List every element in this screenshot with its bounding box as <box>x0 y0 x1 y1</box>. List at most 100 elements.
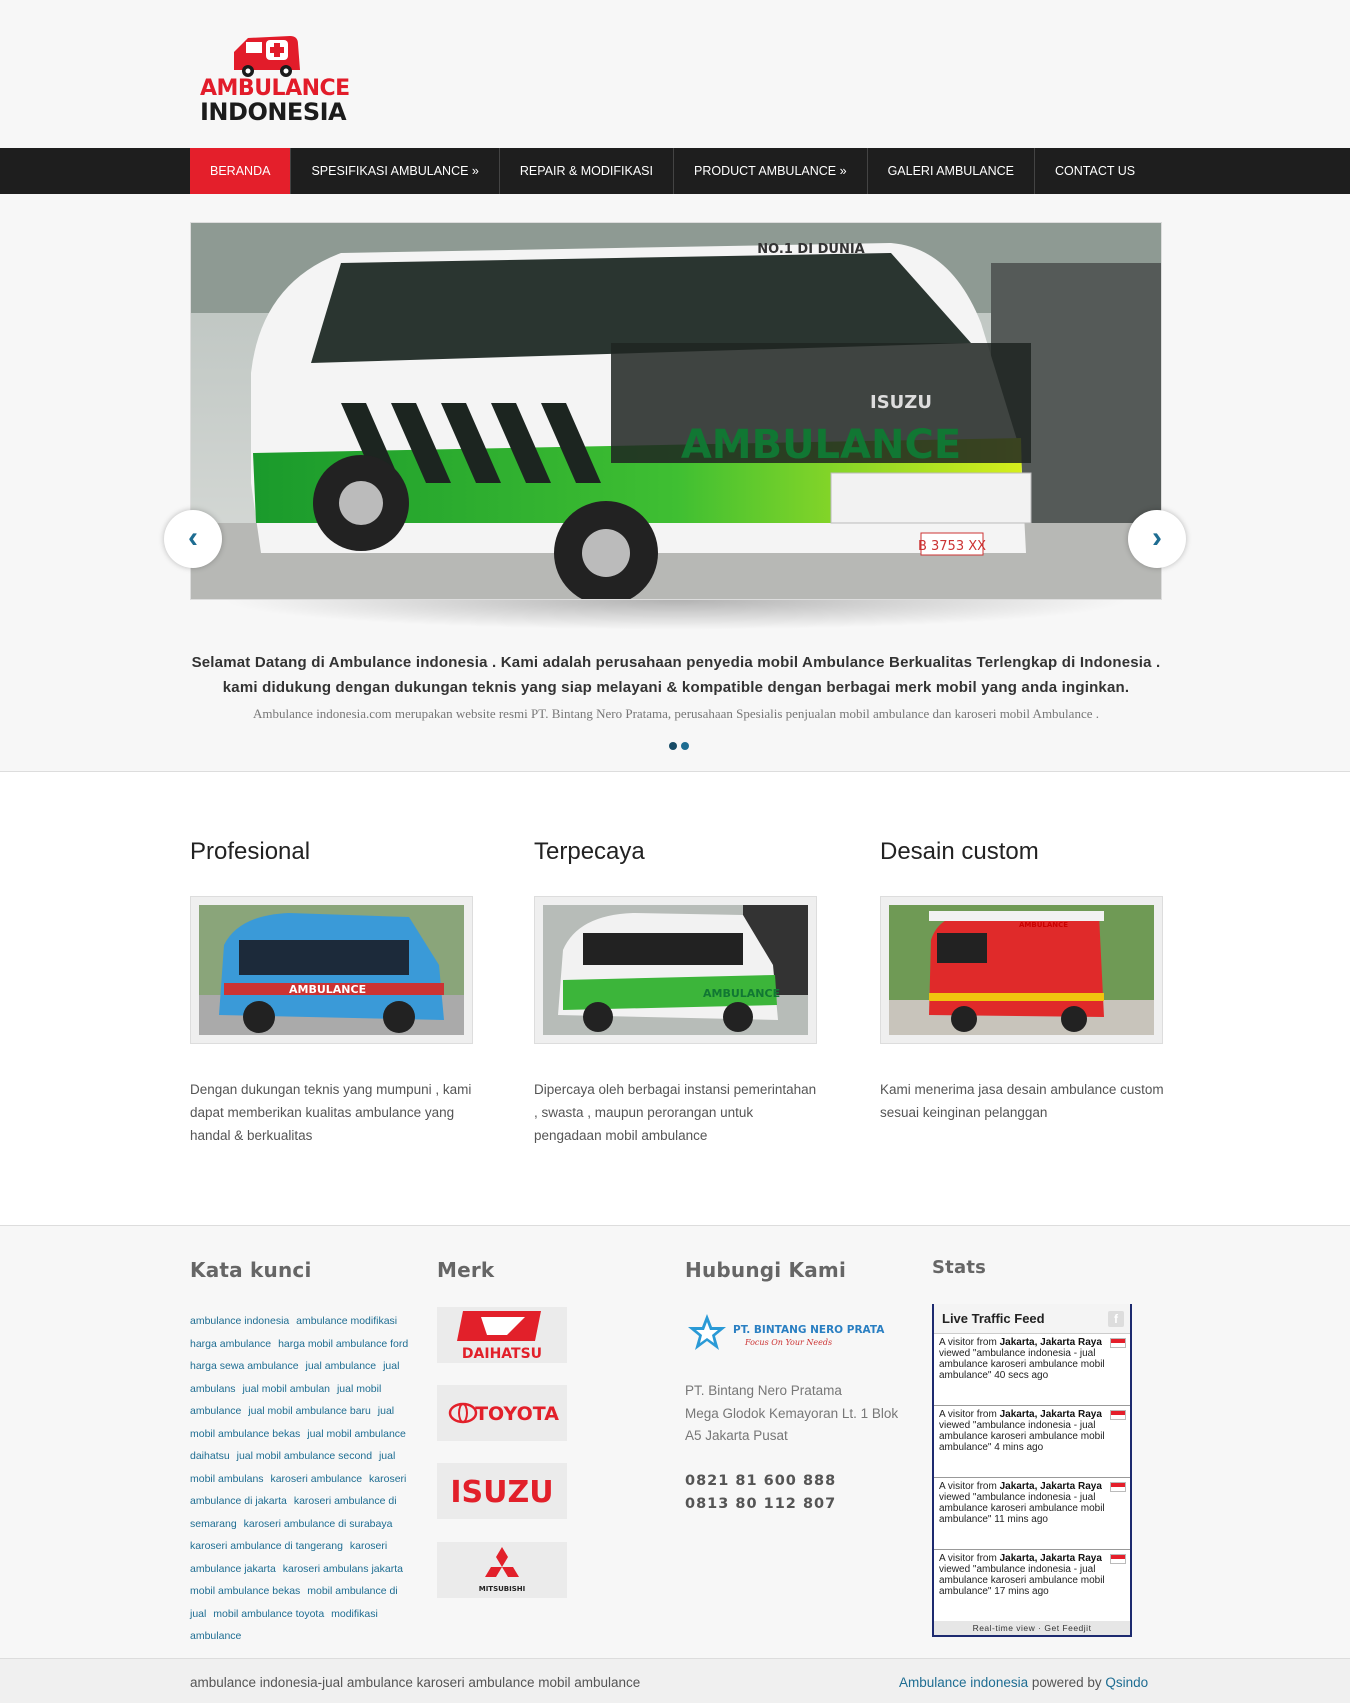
nav-item-galeri[interactable]: GALERI AMBULANCE <box>868 148 1036 194</box>
feed-prefix: A visitor from <box>939 1481 997 1492</box>
tag-link[interactable]: harga mobil ambulance ford <box>278 1338 408 1350</box>
powered-by-text: powered by <box>1028 1675 1106 1690</box>
flag-icon <box>1110 1554 1126 1564</box>
feature-text: Dengan dukungan teknis yang mumpuni , ka… <box>190 1082 472 1143</box>
feature-thumbnail[interactable]: AMBULANCE <box>880 896 1163 1044</box>
logo-text-line1: AMBULANCE <box>200 76 350 101</box>
star-logo-icon: PT. BINTANG NERO PRATAMA Focus On Your N… <box>688 1314 904 1350</box>
nav-list: BERANDA SPESIFIKASI AMBULANCE » REPAIR &… <box>190 148 1155 194</box>
tag-link[interactable]: mobil ambulance bekas <box>190 1585 300 1597</box>
feature-title: Terpecaya <box>534 838 645 865</box>
nav-item-beranda[interactable]: BERANDA <box>190 148 292 194</box>
feed-action: viewed "ambulance indonesia - jual ambul… <box>939 1420 1105 1453</box>
tag-link[interactable]: karoseri ambulans jakarta <box>283 1563 403 1575</box>
isuzu-logo-icon: ISUZU <box>450 1475 553 1510</box>
slider-dot-2[interactable] <box>681 742 689 750</box>
feature-terpecaya: Terpecaya AMBULANCE Dipercaya oleh berba… <box>534 838 819 1147</box>
site-logo[interactable]: AMBULANCE INDONESIA <box>200 30 350 126</box>
flag-icon <box>1110 1338 1126 1348</box>
feed-location: Jakarta, Jakarta Raya <box>999 1481 1102 1492</box>
daihatsu-logo-icon: DAIHATSU <box>457 1311 542 1362</box>
live-traffic-feed[interactable]: Live Traffic Feed f A visitor from Jakar… <box>932 1304 1132 1637</box>
feed-title: Live Traffic Feed <box>942 1311 1045 1326</box>
author-link[interactable]: Qsindo <box>1105 1675 1148 1690</box>
feed-location: Jakarta, Jakarta Raya <box>999 1409 1102 1420</box>
feed-item[interactable]: A visitor from Jakarta, Jakarta Raya vie… <box>934 1334 1130 1406</box>
bottom-tagline: ambulance indonesia-jual ambulance karos… <box>190 1675 641 1690</box>
tag-link[interactable]: jual ambulance <box>306 1360 377 1372</box>
tag-link[interactable]: mobil ambulance toyota <box>213 1608 324 1620</box>
slider-shadow <box>220 600 1132 630</box>
brand-label: MITSUBISHI <box>479 1585 526 1593</box>
hero-ambulance-photo: AMBULANCE ISUZU NO.1 DI DUNIA B 3753 XX <box>191 223 1161 599</box>
brand-toyota[interactable]: TOYOTA <box>437 1385 567 1441</box>
feed-item[interactable]: A visitor from Jakarta, Jakarta Raya vie… <box>934 1478 1130 1550</box>
header: AMBULANCE INDONESIA <box>0 0 1350 148</box>
tag-link[interactable]: jual mobil ambulance baru <box>248 1405 371 1417</box>
slider-prev-button[interactable]: ‹ <box>164 510 222 568</box>
tag-cloud: ambulance indonesia ambulance modifikasi… <box>190 1310 415 1648</box>
brand-daihatsu[interactable]: DAIHATSU <box>437 1307 567 1363</box>
tag-link[interactable]: ambulance indonesia <box>190 1315 289 1327</box>
flag-icon <box>1110 1482 1126 1492</box>
tag-link[interactable]: jual mobil ambulan <box>242 1383 330 1395</box>
feed-action: viewed "ambulance indonesia - jual ambul… <box>939 1564 1105 1597</box>
tag-link[interactable]: karoseri ambulance di tangerang <box>190 1540 343 1552</box>
address-line: PT. Bintang Nero Pratama <box>685 1383 842 1398</box>
slider-dot-1[interactable] <box>669 742 677 750</box>
brand-mitsubishi[interactable]: MITSUBISHI <box>437 1542 567 1598</box>
chevron-left-icon: ‹ <box>188 521 198 554</box>
feed-item[interactable]: A visitor from Jakarta, Jakarta Raya vie… <box>934 1550 1130 1622</box>
feed-location: Jakarta, Jakarta Raya <box>999 1337 1102 1348</box>
tag-link[interactable]: jual mobil ambulance second <box>237 1450 372 1462</box>
photo-label: AMBULANCE <box>289 983 366 996</box>
nav-item-contact[interactable]: CONTACT US <box>1035 148 1155 194</box>
toyota-logo-icon: TOYOTA <box>448 1402 559 1425</box>
credits: Ambulance indonesia powered by Qsindo <box>899 1675 1148 1690</box>
ambulance-logo-icon <box>234 36 300 77</box>
feature-thumbnail[interactable]: AMBULANCE <box>190 896 473 1044</box>
feed-location: Jakarta, Jakarta Raya <box>999 1553 1102 1564</box>
tag-link[interactable]: karoseri ambulance di surabaya <box>244 1518 393 1530</box>
tag-link[interactable]: karoseri ambulance <box>270 1473 362 1485</box>
feed-prefix: A visitor from <box>939 1337 997 1348</box>
photo-label: AMBULANCE <box>1019 921 1068 929</box>
nav-item-product[interactable]: PRODUCT AMBULANCE » <box>674 148 868 194</box>
main-nav: BERANDA SPESIFIKASI AMBULANCE » REPAIR &… <box>0 148 1350 194</box>
phone-number[interactable]: 0813 80 112 807 <box>685 1493 836 1516</box>
contact-title: Hubungi Kami <box>685 1258 846 1282</box>
feed-footer-link[interactable]: Real-time view · Get Feedjit <box>934 1621 1130 1635</box>
brand-isuzu[interactable]: ISUZU <box>437 1463 567 1519</box>
feed-header: Live Traffic Feed f <box>934 1304 1130 1334</box>
tags-title: Kata kunci <box>190 1258 312 1282</box>
slider-pagination <box>669 742 689 750</box>
hero-slider[interactable]: AMBULANCE ISUZU NO.1 DI DUNIA B 3753 XX <box>190 222 1162 600</box>
divider <box>0 1225 1350 1226</box>
nav-item-repair[interactable]: REPAIR & MODIFIKASI <box>500 148 674 194</box>
address-line: Mega Glodok Kemayoran Lt. 1 Blok <box>685 1405 899 1421</box>
welcome-subline: Ambulance indonesia.com merupakan websit… <box>253 706 1099 721</box>
nav-item-spesifikasi[interactable]: SPESIFIKASI AMBULANCE » <box>291 148 500 194</box>
feature-photo: AMBULANCE <box>889 905 1154 1035</box>
company-address: PT. Bintang Nero Pratama Mega Glodok Kem… <box>685 1380 915 1448</box>
company-logo-name: PT. BINTANG NERO PRATAMA <box>733 1324 885 1336</box>
feedjit-icon[interactable]: f <box>1108 1311 1124 1327</box>
chevron-right-icon: › <box>1152 521 1162 554</box>
logo-text-line2: INDONESIA <box>200 98 347 126</box>
site-link[interactable]: Ambulance indonesia <box>899 1675 1028 1690</box>
phone-number[interactable]: 0821 81 600 888 <box>685 1470 836 1493</box>
tag-link[interactable]: harga ambulance <box>190 1338 271 1350</box>
slider-next-button[interactable]: › <box>1128 510 1186 568</box>
tag-link[interactable]: ambulance modifikasi <box>296 1315 397 1327</box>
van-top-text: NO.1 DI DUNIA <box>757 242 864 257</box>
feature-photo: AMBULANCE <box>199 905 464 1035</box>
photo-label: AMBULANCE <box>703 987 780 1000</box>
feed-prefix: A visitor from <box>939 1553 997 1564</box>
tag-link[interactable]: harga sewa ambulance <box>190 1360 299 1372</box>
brand-label: TOYOTA <box>475 1403 559 1425</box>
flag-icon <box>1110 1410 1126 1420</box>
feed-item[interactable]: A visitor from Jakarta, Jakarta Raya vie… <box>934 1406 1130 1478</box>
feature-thumbnail[interactable]: AMBULANCE <box>534 896 817 1044</box>
feed-prefix: A visitor from <box>939 1409 997 1420</box>
phone-numbers: 0821 81 600 888 0813 80 112 807 <box>685 1470 836 1515</box>
